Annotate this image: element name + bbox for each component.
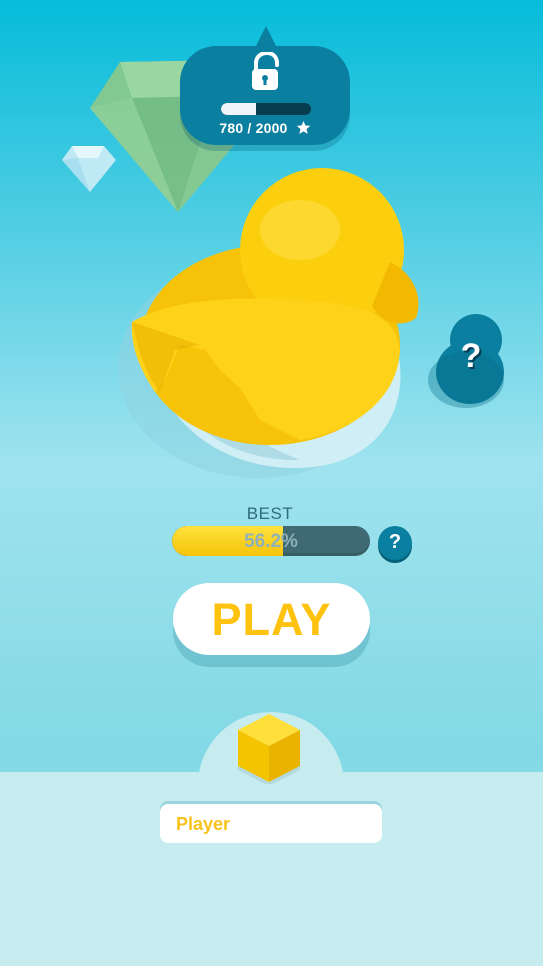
blue-gem-decoration xyxy=(62,146,116,192)
unlocked-padlock-icon xyxy=(252,52,279,90)
best-label: BEST xyxy=(246,504,294,523)
best-help-button[interactable]: ? xyxy=(378,526,412,560)
yellow-cube-icon[interactable] xyxy=(236,712,302,784)
star-counter: 780 / 2000 xyxy=(180,120,350,136)
yellow-duck-model xyxy=(131,168,419,445)
help-question-mark: ? xyxy=(460,337,482,375)
star-icon xyxy=(296,120,310,134)
star-count-current: 780 xyxy=(219,120,244,136)
unlock-progress-bar xyxy=(221,103,311,115)
best-progress-bar: 56.2% xyxy=(172,526,370,556)
star-count-separator: / xyxy=(243,120,256,136)
play-button[interactable]: PLAY xyxy=(173,583,370,655)
best-percent: 56.2% xyxy=(244,531,298,552)
badge-notch xyxy=(255,26,277,48)
help-button[interactable]: ? xyxy=(437,317,505,407)
unlock-progress-fill xyxy=(221,103,257,115)
star-count-goal: 2000 xyxy=(255,120,288,136)
unlock-progress-badge[interactable]: 780 / 2000 xyxy=(180,26,350,145)
player-name-field[interactable]: Player xyxy=(160,804,382,843)
